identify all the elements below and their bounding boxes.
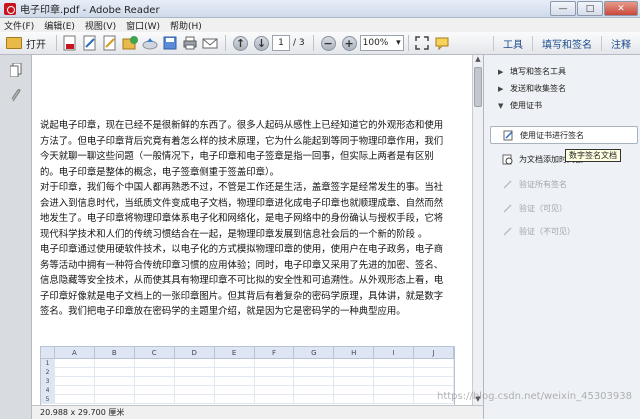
spreadsheet-row: 1	[41, 359, 455, 368]
vertical-scrollbar[interactable]: ▲ ▼	[472, 55, 483, 405]
spreadsheet-header: A B C D E F G H I J	[41, 347, 455, 359]
menu-view[interactable]: 视图(V)	[85, 19, 116, 32]
paragraph: 电子印章通过使用硬软件技术，以电子化的方式模拟物理印章的使用，使用户在电子政务，…	[40, 244, 444, 317]
watermark: https://blog.csdn.net/weixin_45303938	[436, 391, 632, 402]
menu-window[interactable]: 窗口(W)	[126, 19, 160, 32]
tab-fill-sign[interactable]: 填写和签名	[532, 35, 601, 51]
section-send-collect[interactable]: ▶ 发送和收集签名	[498, 83, 566, 94]
zoom-in-icon[interactable]: +	[341, 35, 357, 51]
column-header: B	[95, 347, 135, 358]
right-tabs: 工具 填写和签名 注释	[493, 32, 640, 54]
scroll-up-icon[interactable]: ▲	[473, 55, 483, 65]
print-icon[interactable]	[181, 34, 199, 52]
menu-file[interactable]: 文件(F)	[4, 19, 34, 32]
paragraph: 说起电子印章，现在已经不是很新鲜的东西了。很多人起码从感性上已经知道它的外观形态…	[40, 120, 444, 178]
edit-document-icon[interactable]	[81, 34, 99, 52]
status-bar: 20.988 x 29.700 厘米	[32, 405, 483, 419]
validate-invisible-button[interactable]: 验证（不可见）	[502, 226, 575, 237]
sign-icon[interactable]	[101, 34, 119, 52]
open-button[interactable]: 打开	[6, 36, 46, 51]
spreadsheet-row: 4	[41, 386, 455, 395]
column-header: D	[175, 347, 215, 358]
toolbar-separator	[312, 35, 314, 51]
column-header: G	[294, 347, 335, 358]
comment-icon[interactable]	[433, 34, 451, 52]
spreadsheet-row: 5	[41, 395, 455, 404]
window-controls: — □ ✕	[550, 1, 638, 16]
scrollbar-thumb[interactable]	[474, 67, 482, 107]
chevron-right-icon: ▶	[498, 67, 504, 76]
page-thumbnails-icon[interactable]	[9, 62, 22, 78]
certificate-sign-icon	[503, 130, 513, 140]
email-icon[interactable]	[201, 34, 219, 52]
zoom-out-icon[interactable]: −	[320, 35, 336, 51]
window-title: 电子印章.pdf - Adobe Reader	[20, 5, 160, 16]
chevron-right-icon: ▶	[498, 84, 504, 93]
page-number-input[interactable]: 1	[272, 35, 290, 51]
toolbar-separator	[225, 35, 226, 51]
adobe-reader-icon	[4, 2, 16, 15]
validate-icon	[503, 204, 512, 213]
section-use-certificate[interactable]: ▼ 使用证书	[498, 100, 542, 111]
attachments-icon[interactable]	[10, 89, 22, 103]
embedded-spreadsheet-image: A B C D E F G H I J 1 2 3 4 5	[40, 346, 455, 405]
minimize-button[interactable]: —	[550, 1, 576, 16]
title-bar: 电子印章.pdf - Adobe Reader — □ ✕	[0, 0, 640, 18]
menu-bar: 文件(F) 编辑(E) 视图(V) 窗口(W) 帮助(H)	[0, 18, 640, 32]
tab-tools[interactable]: 工具	[493, 35, 532, 51]
create-pdf-icon[interactable]	[61, 34, 79, 52]
previous-page-icon[interactable]: ↑	[233, 35, 248, 51]
column-header: J	[414, 347, 455, 358]
section-fill-sign-tools[interactable]: ▶ 填写和签名工具	[498, 66, 566, 77]
spreadsheet-row: 3	[41, 377, 455, 386]
document-body: 说起电子印章，现在已经不是很新鲜的东西了。很多人起码从感性上已经知道它的外观形态…	[40, 118, 444, 320]
zoom-select[interactable]: 100% ▾	[359, 35, 404, 51]
open-label: 打开	[26, 39, 46, 51]
paragraph: 对于印章，我们每个中国人都再熟悉不过，不管是工作还是生活，盖章签字是经常发生的事…	[40, 182, 444, 240]
column-header: I	[374, 347, 415, 358]
validate-icon	[503, 227, 512, 236]
share-icon[interactable]	[121, 34, 139, 52]
upload-cloud-icon[interactable]	[141, 34, 159, 52]
column-header: F	[255, 347, 295, 358]
save-icon[interactable]	[161, 34, 179, 52]
column-header: C	[135, 347, 175, 358]
validate-all-signatures-button[interactable]: 验证所有签名	[502, 179, 567, 190]
document-view[interactable]: 说起电子印章，现在已经不是很新鲜的东西了。很多人起码从感性上已经知道它的外观形态…	[32, 55, 472, 405]
close-button[interactable]: ✕	[604, 1, 638, 16]
fill-sign-panel: ▶ 填写和签名工具 ▶ 发送和收集签名 ▼ 使用证书 使用证书进行签名 为文档添…	[483, 55, 640, 419]
column-header: H	[334, 347, 375, 358]
chevron-down-icon: ▾	[396, 38, 401, 48]
folder-icon	[6, 37, 22, 49]
fit-page-icon[interactable]	[413, 34, 431, 52]
menu-edit[interactable]: 编辑(E)	[44, 19, 75, 32]
left-navigation-pane	[0, 55, 32, 419]
menu-help[interactable]: 帮助(H)	[170, 19, 202, 32]
zoom-value: 100%	[362, 38, 389, 48]
tab-comment[interactable]: 注释	[601, 35, 640, 51]
chevron-down-icon: ▼	[498, 101, 504, 110]
page-total: / 3	[293, 38, 305, 48]
column-header: E	[215, 347, 255, 358]
page-size-readout: 20.988 x 29.700 厘米	[40, 408, 125, 417]
maximize-button[interactable]: □	[577, 1, 603, 16]
toolbar: 打开 ↑ ↓ 1 / 3 − + 100% ▾ 工具 填写和签名 注释	[0, 32, 640, 55]
validate-icon	[503, 180, 512, 189]
timestamp-icon	[502, 154, 513, 165]
tooltip: 数字签名文档	[565, 149, 621, 162]
next-page-icon[interactable]: ↓	[254, 35, 269, 51]
column-header: A	[55, 347, 95, 358]
toolbar-separator	[407, 35, 409, 51]
sign-with-certificate-button[interactable]: 使用证书进行签名	[490, 126, 638, 144]
spreadsheet-row: 2	[41, 368, 455, 377]
validate-visible-button[interactable]: 验证（可见）	[502, 203, 567, 214]
toolbar-separator	[56, 35, 57, 51]
